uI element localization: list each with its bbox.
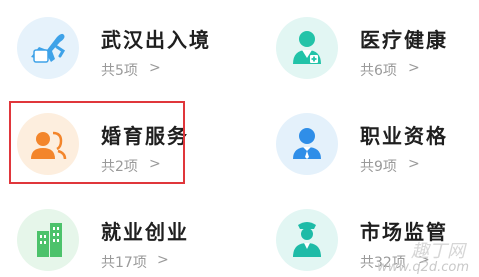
service-card-employment-entrepreneurship[interactable]: 就业创业 共17项 > [17, 206, 217, 276]
service-title: 职业资格 [360, 124, 448, 148]
service-icon-circle [276, 113, 338, 175]
service-title: 就业创业 [101, 220, 189, 244]
service-card-wuhan-exit-entry[interactable]: 武汉出入境 共5项 > [17, 14, 217, 84]
chevron-right-icon: > [157, 252, 169, 268]
service-grid: 武汉出入境 共5项 > 医疗健康 共6项 > 婚育服务 共2项 > 职业资格 共… [0, 0, 479, 277]
service-count: 共17项 [101, 255, 147, 271]
watermark: 趣丁网 www.q2d.com [377, 237, 473, 275]
doctor-icon [293, 31, 321, 64]
service-title: 武汉出入境 [101, 28, 211, 52]
chevron-right-icon: > [149, 60, 161, 76]
buildings-icon [37, 223, 62, 257]
service-icon-circle [17, 17, 79, 79]
plane-passport-icon [31, 33, 66, 63]
officer-icon [293, 222, 321, 257]
service-card-professional-qualification[interactable]: 职业资格 共9项 > [276, 110, 476, 180]
highlight-box [9, 101, 185, 184]
service-icon-circle [276, 209, 338, 271]
professional-person-icon [293, 128, 321, 159]
service-count: 共6项 [360, 63, 397, 79]
service-card-medical-health[interactable]: 医疗健康 共6项 > [276, 14, 476, 84]
service-icon-circle [17, 209, 79, 271]
watermark-url: www.q2d.com [377, 260, 469, 275]
service-count: 共5项 [101, 63, 138, 79]
service-title: 医疗健康 [360, 28, 448, 52]
chevron-right-icon: > [408, 60, 420, 76]
service-count: 共9项 [360, 159, 397, 175]
chevron-right-icon: > [408, 156, 420, 172]
service-icon-circle [276, 17, 338, 79]
